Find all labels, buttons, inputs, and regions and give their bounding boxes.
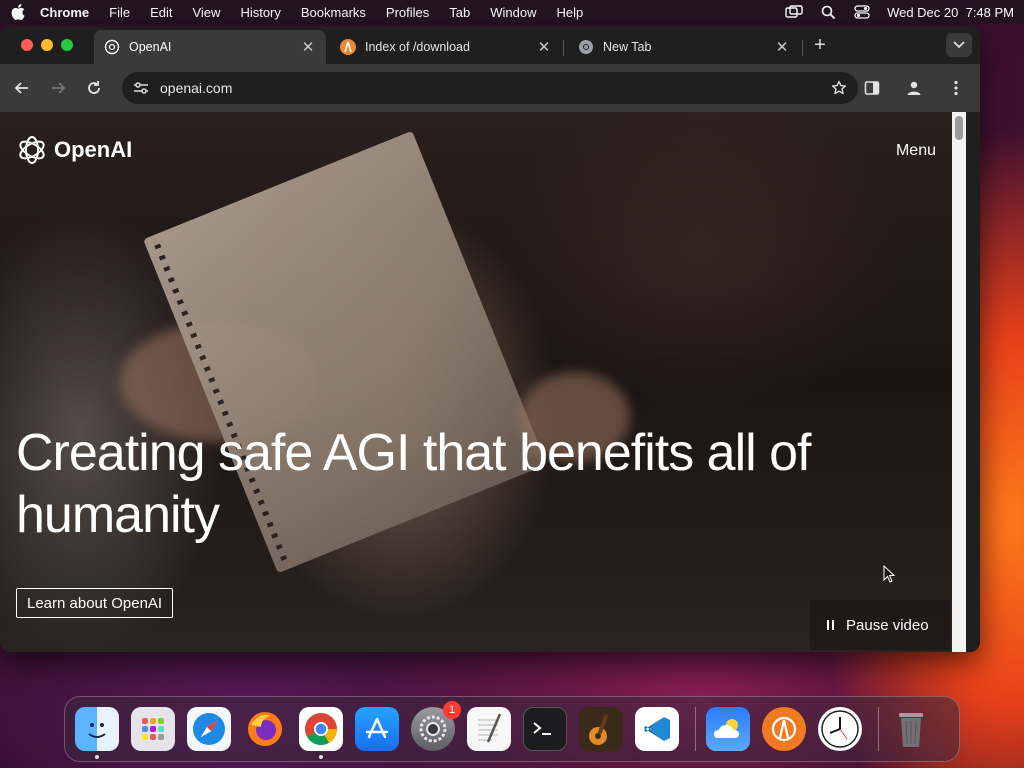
tab-title: OpenAI — [129, 40, 172, 54]
dock-safari-icon[interactable] — [187, 707, 231, 751]
browser-toolbar: openai.com — [0, 64, 980, 112]
close-tab-icon[interactable]: ✕ — [774, 38, 790, 56]
menu-edit[interactable]: Edit — [150, 5, 172, 20]
tab-title: Index of /download — [365, 40, 470, 54]
dock-textedit-icon[interactable] — [467, 707, 511, 751]
screen-mirroring-icon[interactable] — [785, 5, 803, 19]
reload-icon — [88, 81, 100, 94]
chrome-icon — [578, 39, 594, 55]
window-controls — [21, 39, 73, 51]
close-tab-icon[interactable]: ✕ — [536, 38, 552, 56]
dock-terminal-icon[interactable] — [523, 707, 567, 751]
url-text[interactable]: openai.com — [160, 80, 830, 96]
pause-video-label: Pause video — [846, 616, 929, 634]
arrow-right-icon — [52, 82, 66, 94]
menu-window[interactable]: Window — [490, 5, 536, 20]
spotlight-search-icon[interactable] — [819, 5, 837, 19]
tab-download-index[interactable]: Index of /download ✕ — [330, 30, 562, 64]
menu-view[interactable]: View — [192, 5, 220, 20]
tab-separator — [802, 40, 803, 56]
logo-text: OpenAI — [54, 137, 133, 162]
bookmark-star-icon[interactable] — [830, 79, 848, 97]
apple-icon[interactable] — [10, 4, 26, 20]
maximize-window-button[interactable] — [61, 39, 73, 51]
menu-help[interactable]: Help — [557, 5, 584, 20]
dock-separator — [695, 707, 696, 751]
dock-launchpad-icon[interactable] — [131, 707, 175, 751]
site-settings-icon[interactable] — [132, 79, 150, 97]
dock-finder-icon[interactable] — [75, 707, 119, 759]
openai-icon — [104, 39, 120, 55]
running-indicator — [319, 755, 323, 759]
dock-chrome-icon[interactable] — [299, 707, 343, 759]
tab-separator — [563, 40, 564, 56]
menu-bar: Chrome File Edit View History Bookmarks … — [0, 0, 1024, 24]
minimize-window-button[interactable] — [41, 39, 53, 51]
running-indicator — [95, 755, 99, 759]
tab-openai[interactable]: OpenAI ✕ — [94, 30, 326, 64]
side-panel-icon — [864, 81, 880, 95]
close-window-button[interactable] — [21, 39, 33, 51]
menu-history[interactable]: History — [240, 5, 280, 20]
openai-logo-icon — [19, 136, 45, 164]
tab-search-button[interactable] — [946, 33, 972, 57]
menu-bookmarks[interactable]: Bookmarks — [301, 5, 366, 20]
mouse-cursor-icon — [883, 565, 895, 583]
browser-window: OpenAI ✕ Index of /download ✕ New Tab ✕ … — [0, 26, 980, 652]
profile-icon — [907, 81, 921, 95]
notification-badge: 1 — [443, 701, 461, 719]
openai-logo[interactable]: OpenAI — [16, 134, 132, 166]
tab-strip: OpenAI ✕ Index of /download ✕ New Tab ✕ … — [0, 26, 980, 64]
dock-weather-icon[interactable] — [706, 707, 750, 751]
dock-separator — [878, 707, 879, 751]
tab-new-tab[interactable]: New Tab ✕ — [568, 30, 800, 64]
learn-about-openai-button[interactable]: Learn about OpenAI — [16, 588, 174, 618]
menubar-clock[interactable]: Wed Dec 20 7:48 PM — [887, 5, 1014, 20]
more-vertical-icon — [954, 80, 958, 96]
toolbar-right — [858, 74, 970, 102]
dock-app-store-icon[interactable] — [355, 707, 399, 751]
dock-anaconda-icon[interactable] — [762, 707, 806, 751]
tab-title: New Tab — [603, 40, 652, 54]
dock-trash-icon[interactable] — [889, 707, 933, 751]
dock-system-settings-icon[interactable]: 1 — [411, 701, 461, 751]
arrow-left-icon — [14, 82, 28, 94]
pause-icon — [827, 620, 834, 630]
page-scrollbar[interactable] — [952, 112, 966, 652]
new-tab-button[interactable]: + — [808, 34, 832, 58]
reload-button[interactable] — [80, 74, 108, 102]
dock-firefox-icon[interactable] — [243, 707, 287, 751]
browser-menu-button[interactable] — [942, 74, 970, 102]
menu-app-name[interactable]: Chrome — [40, 5, 89, 20]
menu-file[interactable]: File — [109, 5, 130, 20]
control-center-icon[interactable] — [853, 5, 871, 19]
download-site-icon — [340, 39, 356, 55]
scrollbar-thumb[interactable] — [955, 116, 963, 140]
profile-button[interactable] — [900, 74, 928, 102]
dock-vscode-icon[interactable] — [635, 707, 679, 751]
site-menu-link[interactable]: Menu — [896, 142, 936, 160]
menu-profiles[interactable]: Profiles — [386, 5, 429, 20]
side-panel-button[interactable] — [858, 74, 886, 102]
close-tab-icon[interactable]: ✕ — [300, 38, 316, 56]
dock-garageband-icon[interactable] — [579, 707, 623, 751]
hero-title: Creating safe AGI that benefits all of h… — [16, 424, 811, 544]
menu-tab[interactable]: Tab — [449, 5, 470, 20]
forward-button[interactable] — [44, 74, 72, 102]
pause-video-button[interactable]: Pause video — [810, 600, 950, 650]
address-bar[interactable]: openai.com — [122, 72, 858, 104]
dock-clock-icon[interactable] — [818, 707, 862, 751]
chevron-down-icon — [953, 41, 965, 49]
web-page: OpenAI Menu Creating safe AGI that benef… — [0, 112, 966, 652]
dock: 1 — [64, 696, 960, 762]
back-button[interactable] — [8, 74, 36, 102]
